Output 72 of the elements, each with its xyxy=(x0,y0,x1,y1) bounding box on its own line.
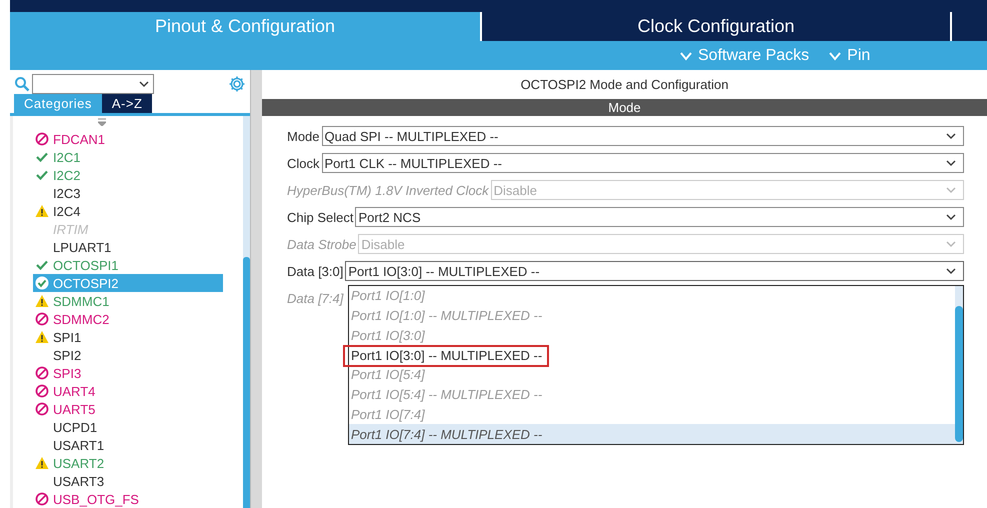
field-label: Data [7:4] xyxy=(287,290,344,306)
dropdown-field[interactable]: Port2 NCS xyxy=(355,207,964,227)
warning-icon xyxy=(35,456,49,470)
checkmark-icon xyxy=(35,168,49,182)
field-label: HyperBus(TM) 1.8V Inverted Clock xyxy=(287,182,489,198)
dropdown-option[interactable]: Port1 IO[5:4] -- MULTIPLEXED -- xyxy=(349,384,955,404)
no-entry-icon xyxy=(35,402,49,416)
checkmark-icon xyxy=(35,150,49,164)
dropdown-field[interactable]: Quad SPI -- MULTIPLEXED -- xyxy=(322,126,964,146)
settings-icon xyxy=(228,75,246,93)
peripheral-list-item[interactable]: SDMMC1 xyxy=(33,292,223,310)
peripheral-list-item[interactable]: OCTOSPI1 xyxy=(33,256,223,274)
menu-button[interactable]: Pin xyxy=(829,46,870,64)
peripheral-list-item[interactable]: I2C3 xyxy=(33,184,223,202)
peripheral-list-item[interactable]: USB_OTG_FS xyxy=(33,490,223,508)
warning-icon xyxy=(35,330,49,344)
perspective-tab[interactable] xyxy=(950,12,987,41)
chevron-down-icon xyxy=(829,50,842,62)
dropdown-field: Disable xyxy=(358,234,964,254)
search-icon xyxy=(14,76,30,92)
dropdown-option[interactable]: Port1 IO[5:4] xyxy=(349,365,955,385)
dropdown-field[interactable]: Port1 CLK -- MULTIPLEXED -- xyxy=(322,153,964,173)
dropdown-option[interactable]: Port1 IO[7:4] xyxy=(349,404,955,424)
field-label: Mode xyxy=(287,128,320,144)
peripheral-list-item[interactable]: SPI1 xyxy=(33,328,223,346)
peripheral-list-item[interactable]: SPI2 xyxy=(33,346,223,364)
perspective-tab[interactable]: Pinout & Configuration xyxy=(10,12,480,41)
no-entry-icon xyxy=(35,384,49,398)
checkmark-icon xyxy=(35,258,49,272)
scrollbar-thumb[interactable] xyxy=(243,257,250,508)
peripheral-list-item[interactable]: I2C1 xyxy=(33,148,223,166)
panel-title: OCTOSPI2 Mode and Configuration xyxy=(520,76,730,94)
peripheral-list-item[interactable]: FDCAN1 xyxy=(33,130,223,148)
no-entry-icon xyxy=(35,492,49,506)
dropdown-option[interactable]: Port1 IO[7:4] -- MULTIPLEXED -- xyxy=(349,424,955,444)
dropdown-option[interactable]: Port1 IO[3:0] -- MULTIPLEXED -- xyxy=(349,345,955,365)
view-tab[interactable]: A->Z xyxy=(102,94,152,113)
view-tab[interactable]: Categories xyxy=(14,94,102,113)
dropdown-field[interactable]: Port1 IO[3:0] -- MULTIPLEXED -- xyxy=(345,261,964,281)
peripheral-list-item[interactable]: I2C4 xyxy=(33,202,223,220)
peripheral-list-item[interactable]: SDMMC2 xyxy=(33,310,223,328)
scroll-up-icon xyxy=(98,118,106,126)
peripheral-list-item[interactable]: I2C2 xyxy=(33,166,223,184)
peripheral-list-item[interactable]: LPUART1 xyxy=(33,238,223,256)
peripheral-list-item[interactable]: USART2 xyxy=(33,454,223,472)
peripheral-list-item[interactable]: UART4 xyxy=(33,382,223,400)
checkmark-icon xyxy=(35,276,49,290)
peripheral-list-item[interactable]: OCTOSPI2 xyxy=(33,274,223,292)
warning-icon xyxy=(35,204,49,218)
peripheral-list-item[interactable]: UART5 xyxy=(33,400,223,418)
dropdown-field: Disable xyxy=(490,180,964,200)
no-entry-icon xyxy=(35,366,49,380)
peripheral-list-item[interactable]: USART3 xyxy=(33,472,223,490)
search-combo-field[interactable] xyxy=(32,74,154,94)
no-entry-icon xyxy=(35,132,49,146)
dropdown-option[interactable]: Port1 IO[3:0] xyxy=(349,326,955,346)
field-label: Chip Select xyxy=(287,210,354,224)
field-label: Data Strobe xyxy=(287,236,356,252)
no-entry-icon xyxy=(35,312,49,326)
dropdown-option[interactable]: Port1 IO[1:0] -- MULTIPLEXED -- xyxy=(349,306,955,326)
section-header: Mode xyxy=(262,99,987,116)
peripheral-list-item[interactable]: SPI3 xyxy=(33,364,223,382)
menu-button[interactable]: Software Packs xyxy=(680,46,810,64)
field-label: Data [3:0] xyxy=(287,264,344,278)
field-label: Clock xyxy=(287,156,320,170)
peripheral-list-item[interactable]: USART1 xyxy=(33,436,223,454)
chevron-down-icon xyxy=(680,50,692,62)
dropdown-option[interactable]: Port1 IO[1:0] xyxy=(349,286,955,306)
peripheral-list-item[interactable]: UCPD1 xyxy=(33,418,223,436)
warning-icon xyxy=(35,294,49,308)
splitter-bar[interactable] xyxy=(250,70,262,508)
perspective-tab[interactable]: Clock Configuration xyxy=(480,12,950,41)
